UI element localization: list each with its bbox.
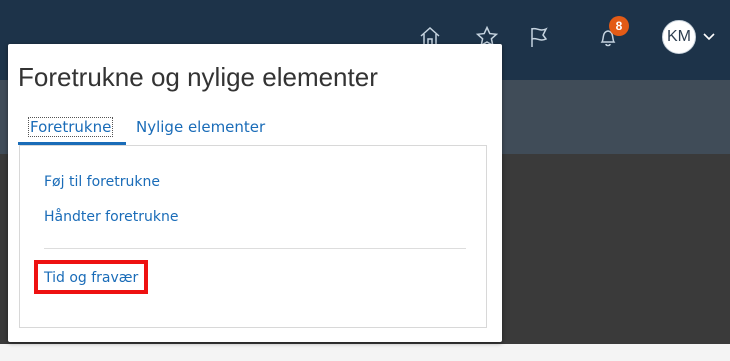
flag-icon[interactable] — [524, 22, 554, 52]
page-footer-strip — [0, 344, 730, 361]
favorites-panel: Føj til foretrukne Håndter foretrukne Ti… — [19, 145, 487, 328]
panel-divider — [44, 248, 466, 249]
notification-count-badge: 8 — [609, 16, 629, 36]
add-to-favorites-link[interactable]: Føj til foretrukne — [44, 174, 160, 190]
favorites-recent-popup: Foretrukne og nylige elementer Foretrukn… — [8, 44, 502, 342]
tab-recent-items[interactable]: Nylige elementer — [136, 118, 265, 136]
user-avatar[interactable]: KM — [662, 20, 696, 54]
tab-favorites[interactable]: Foretrukne — [28, 117, 114, 137]
tab-favorites-label: Foretrukne — [28, 117, 114, 137]
highlight-box — [34, 260, 148, 294]
popup-title: Foretrukne og nylige elementer — [18, 62, 378, 92]
chevron-down-icon[interactable] — [701, 28, 717, 44]
manage-favorites-link[interactable]: Håndter foretrukne — [44, 209, 178, 225]
